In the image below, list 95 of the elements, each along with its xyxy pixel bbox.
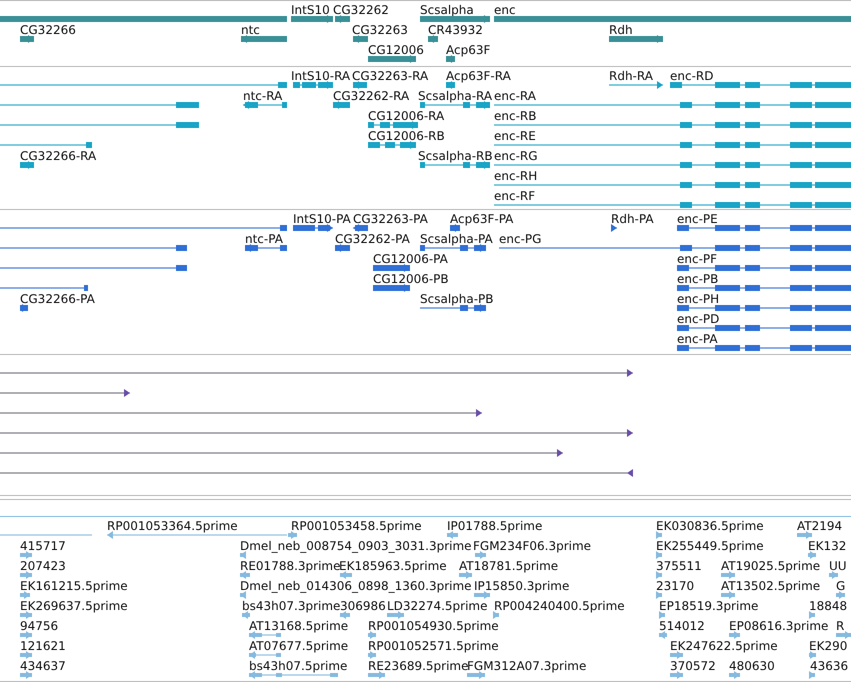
feature-label: 370572 [670, 659, 716, 673]
feature-label: 514012 [659, 619, 705, 633]
feature-label: CG32266-PA [20, 292, 95, 306]
feature-label: AT2194 [797, 519, 842, 533]
feature-label: enc-RA [494, 89, 536, 103]
feature-label: EP18519.3prime [659, 599, 758, 613]
feature-label: AT18781.5prime [459, 559, 558, 573]
feature-label: 306986 [340, 599, 386, 613]
feature-label: enc-PD [677, 312, 720, 326]
feature-label: Scsalpha-RB [418, 149, 493, 163]
feature-label: Dmel_neb_014306_0898_1360.3prime [240, 579, 472, 593]
feature-label: Acp63F [446, 43, 490, 57]
feature-label: EK030836.5prime [656, 519, 764, 533]
feature-label: CG12006-RA [368, 109, 444, 123]
feature-label: RP001052571.5prime [368, 639, 499, 653]
feature-label: enc [494, 3, 516, 17]
feature-label: Rdh-RA [609, 69, 653, 83]
feature-label: EK132 [808, 539, 846, 553]
feature-label: CR43932 [428, 23, 483, 37]
feature-label: Acp63F-RA [446, 69, 511, 83]
feature-label: CG32266-RA [20, 149, 96, 163]
feature-label: CG12006-PB [373, 272, 449, 286]
feature-label: EK247622.5prime [670, 639, 778, 653]
feature-label: Scsalpha-PB [420, 292, 494, 306]
feature-label: ntc-PA [245, 232, 283, 246]
feature-label: CG32263 [352, 23, 408, 37]
feature-label: enc-RB [494, 109, 536, 123]
feature-label: 23170 [656, 579, 694, 593]
feature-label: R [836, 619, 844, 633]
feature-label: CG32262 [333, 3, 389, 17]
feature-label: AT13502.5prime [721, 579, 820, 593]
feature-label: 207423 [20, 559, 66, 573]
feature-label: 480630 [729, 659, 775, 673]
feature-label: G [836, 579, 846, 593]
feature-label: 94756 [20, 619, 58, 633]
feature-label: UU [829, 559, 847, 573]
feature-label: IntS10-RA [291, 69, 350, 83]
feature-label: Scsalpha-PA [420, 232, 493, 246]
feature-label: bs43h07.3prime [242, 599, 340, 613]
feature-label: CG32262-RA [333, 89, 410, 103]
feature-label: 434637 [20, 659, 66, 673]
feature-label: enc-PB [677, 272, 718, 286]
feature-label: enc-PE [677, 212, 718, 226]
feature-label: FGM312A07.3prime [467, 659, 586, 673]
feature-label: enc-PA [677, 332, 718, 346]
feature-label: AT19025.5prime [721, 559, 820, 573]
feature-label: EK290 [809, 639, 848, 653]
feature-label: CG12006 [368, 43, 424, 57]
feature-label: EK161215.5prime [20, 579, 128, 593]
feature-label: enc-PG [499, 232, 542, 246]
feature-label: Rdh-PA [611, 212, 654, 226]
feature-label: 121621 [20, 639, 66, 653]
feature-label: LD32274.5prime [387, 599, 488, 613]
feature-label: IP01788.5prime [447, 519, 542, 533]
feature-label: IntS10 [291, 3, 330, 17]
feature-label: enc-RG [494, 149, 538, 163]
feature-label: enc-RD [670, 69, 714, 83]
feature-label: EK255449.5prime [656, 539, 764, 553]
feature-label: enc-RF [494, 189, 536, 203]
feature-label: Scsalpha [420, 3, 474, 17]
feature-label: Dmel_neb_008754_0903_3031.3prime [240, 539, 472, 553]
feature-label: Rdh [609, 23, 633, 37]
feature-label: CG32262-PA [335, 232, 410, 246]
feature-label: IntS10-PA [293, 212, 351, 226]
feature-label: CG12006-RB [368, 129, 445, 143]
feature-label: CG12006-PA [373, 252, 448, 266]
feature-label: FGM234F06.3prime [473, 539, 592, 553]
feature-label: 375511 [656, 559, 702, 573]
feature-label: CG32266 [20, 23, 76, 37]
feature-label: CG32263-RA [352, 69, 428, 83]
feature-label: EK269637.5prime [20, 599, 128, 613]
feature-label: enc-PF [677, 252, 718, 266]
feature-label: AT07677.5prime [249, 639, 348, 653]
feature-label: 43636 [810, 659, 848, 673]
feature-label: Acp63F-PA [450, 212, 514, 226]
feature-label: 415717 [20, 539, 66, 553]
feature-label: RP001053364.5prime [107, 519, 238, 533]
feature-label: enc-PH [677, 292, 720, 306]
feature-label: AT13168.5prime [249, 619, 348, 633]
feature-label: EP08616.3prime [729, 619, 828, 633]
feature-label: RP004240400.5prime [494, 599, 625, 613]
feature-label: ntc [241, 23, 260, 37]
feature-label: RP001053458.5prime [291, 519, 422, 533]
feature-label: ntc-RA [243, 89, 282, 103]
feature-label: EK185963.5prime [339, 559, 447, 573]
feature-label: enc-RH [494, 169, 538, 183]
feature-label: IP15850.3prime [474, 579, 570, 593]
feature-label: CG32263-PA [353, 212, 428, 226]
feature-label: RP001054930.5prime [368, 619, 499, 633]
feature-label: enc-RE [494, 129, 536, 143]
feature-label: bs43h07.5prime [249, 659, 348, 673]
feature-label: Scsalpha-RA [418, 89, 492, 103]
feature-label: RE23689.5prime [368, 659, 468, 673]
feature-label: 18848 [809, 599, 848, 613]
feature-label: RE01788.3prime [240, 559, 340, 573]
